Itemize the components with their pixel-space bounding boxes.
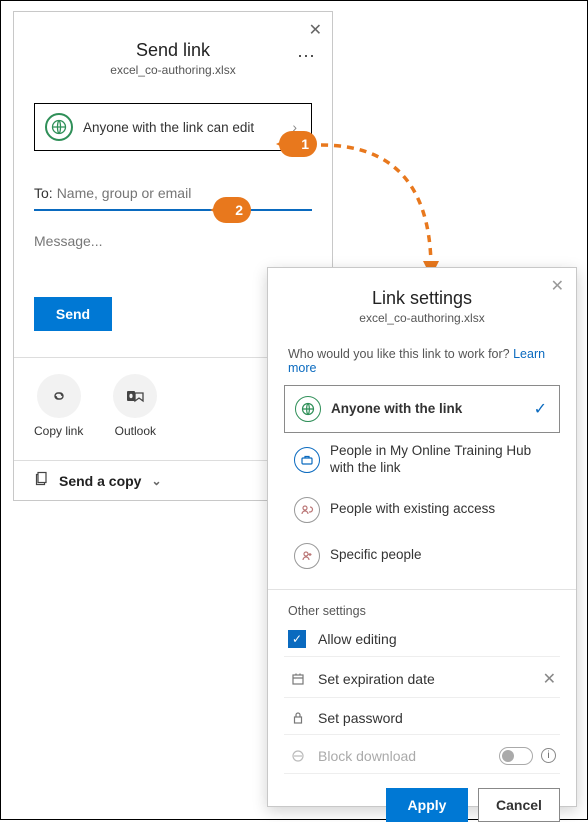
cancel-button[interactable]: Cancel — [478, 788, 560, 822]
outlook-icon — [113, 374, 157, 418]
send-button[interactable]: Send — [34, 297, 112, 331]
option-people-in-org[interactable]: People in My Online Training Hub with th… — [284, 433, 560, 487]
annotation-callout-2: 2 — [213, 197, 251, 223]
info-icon[interactable]: i — [541, 748, 556, 763]
annotation-arrow — [319, 137, 449, 287]
copy-link-button[interactable]: Copy link — [34, 374, 83, 438]
send-link-filename: excel_co-authoring.xlsx — [14, 63, 332, 77]
copy-icon — [34, 471, 49, 490]
send-link-title: Send link — [14, 40, 332, 61]
link-settings-panel: ✕ Link settings excel_co-authoring.xlsx … — [267, 267, 577, 807]
calendar-icon — [288, 672, 308, 686]
option-existing-access[interactable]: People with existing access — [284, 487, 560, 533]
option-label: People in My Online Training Hub with th… — [330, 443, 550, 477]
allow-editing-checkbox[interactable]: ✓ — [288, 630, 306, 648]
option-label: Anyone with the link — [331, 401, 462, 418]
globe-icon — [45, 113, 73, 141]
allow-editing-label: Allow editing — [318, 631, 397, 647]
to-label: To: — [34, 185, 53, 201]
link-settings-prompt: Who would you like this link to work for… — [288, 347, 556, 375]
briefcase-icon — [294, 447, 320, 473]
annotation-callout-1: 1 — [279, 131, 317, 157]
block-download-row: Block download i — [284, 739, 560, 774]
block-icon — [288, 749, 308, 763]
lock-icon — [288, 711, 308, 725]
option-specific-people[interactable]: Specific people — [284, 533, 560, 579]
recipients-field[interactable]: To: — [34, 179, 312, 211]
link-icon — [37, 374, 81, 418]
copy-link-label: Copy link — [34, 424, 83, 438]
outlook-button[interactable]: Outlook — [113, 374, 157, 438]
link-settings-title: Link settings — [268, 288, 576, 309]
block-download-label: Block download — [318, 748, 416, 764]
password-row[interactable]: Set password — [284, 702, 560, 735]
link-settings-filename: excel_co-authoring.xlsx — [268, 311, 576, 325]
message-input[interactable]: Message... — [34, 233, 312, 249]
option-label: People with existing access — [330, 501, 495, 518]
expiration-row[interactable]: Set expiration date ✕ — [284, 661, 560, 698]
more-options-icon[interactable]: ⋯ — [297, 46, 316, 67]
close-icon[interactable]: ✕ — [309, 20, 322, 40]
check-icon: ✓ — [534, 399, 547, 419]
other-settings-header: Other settings — [288, 604, 556, 618]
outlook-label: Outlook — [115, 424, 156, 438]
chevron-down-icon: ⌄ — [151, 474, 161, 488]
send-a-copy-label: Send a copy — [59, 473, 141, 489]
option-anyone-with-link[interactable]: Anyone with the link ✓ — [284, 385, 560, 433]
divider — [268, 589, 576, 590]
close-icon[interactable]: ✕ — [551, 276, 564, 296]
password-label: Set password — [318, 710, 403, 726]
link-permissions-label: Anyone with the link can edit — [83, 120, 254, 135]
apply-button[interactable]: Apply — [386, 788, 468, 822]
recipients-input[interactable] — [57, 185, 312, 201]
globe-icon — [295, 396, 321, 422]
allow-editing-row[interactable]: ✓ Allow editing — [284, 622, 560, 657]
expiration-label: Set expiration date — [318, 671, 435, 687]
person-plus-icon — [294, 543, 320, 569]
block-download-toggle — [499, 747, 533, 765]
people-refresh-icon — [294, 497, 320, 523]
option-label: Specific people — [330, 547, 422, 564]
clear-expiration-icon[interactable]: ✕ — [543, 669, 556, 689]
